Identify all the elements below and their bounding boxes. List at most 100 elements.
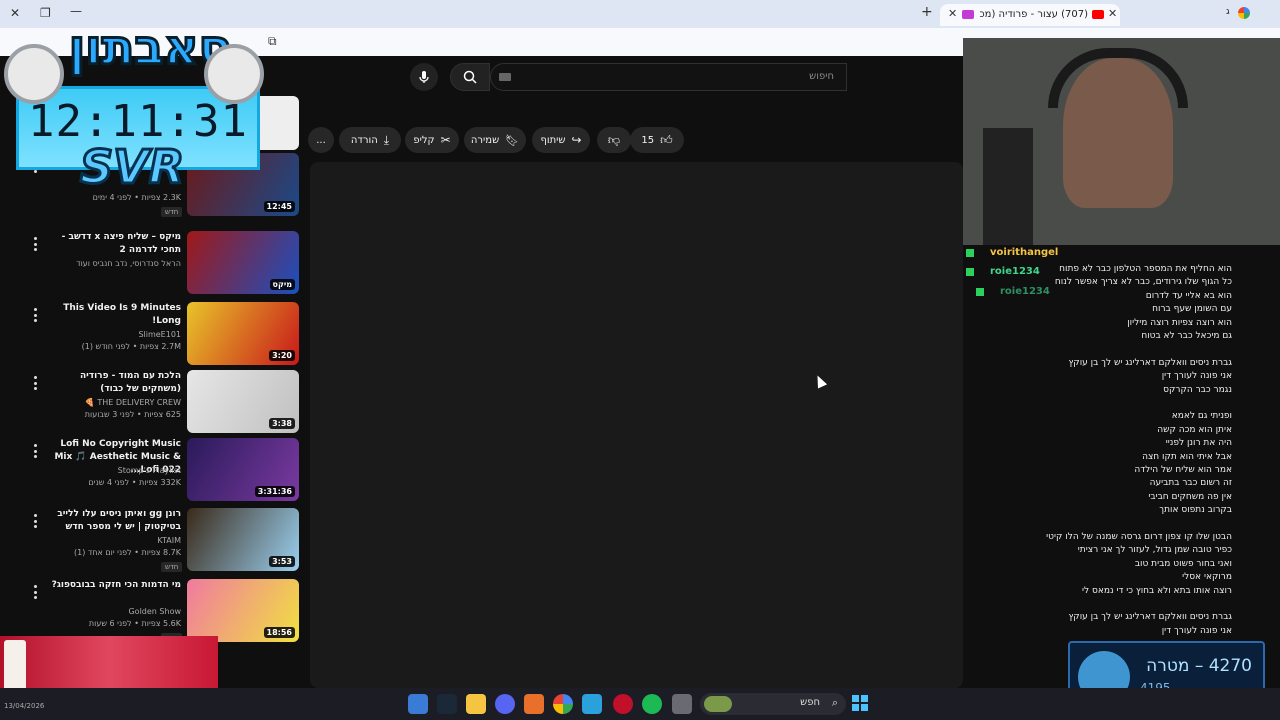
video-title[interactable]: This Video Is 9 Minutes Long! <box>40 302 181 328</box>
chat-username[interactable]: roie1234 <box>1000 286 1050 297</box>
video-duration: מיקס <box>269 279 295 290</box>
thumbs-down-icon: 👎︎ <box>607 132 621 147</box>
more-actions-button[interactable]: ... <box>308 127 334 153</box>
video-channel[interactable]: הראל סנדרוסי, נדב חנביס ועוד <box>40 259 181 268</box>
search-placeholder: חיפוש <box>809 71 834 82</box>
chat-message-line: זה רשום כבר בתביעה <box>1149 478 1232 489</box>
video-menu-icon[interactable] <box>31 376 39 390</box>
voice-search-button[interactable] <box>410 63 438 91</box>
download-icon: ⤓ <box>383 132 390 147</box>
taskbar-telegram-icon[interactable] <box>582 694 602 714</box>
video-thumbnail[interactable]: 3:31:36 <box>187 438 299 501</box>
chat-message-line: נגמר כבר הקרקס <box>1163 384 1232 395</box>
video-duration: 3:20 <box>269 350 295 361</box>
download-label: הורדה <box>350 134 378 146</box>
alarm-clock-right-icon <box>204 44 264 104</box>
related-video-item[interactable]: 18:56 מי הדמות הכי חזקה בבובספוג? Golden S… <box>0 579 300 643</box>
video-channel[interactable]: THE DELIVERY CREW 🍕 <box>40 398 181 407</box>
video-title[interactable]: רונן gg ואיתן ניסים עלו ללייב בטיקטוק | … <box>40 508 181 534</box>
video-thumbnail[interactable]: 3:53 <box>187 508 299 571</box>
chat-message-line: מרוקאי אסלי <box>1182 572 1232 583</box>
chat-username[interactable]: voirithangel <box>990 247 1058 258</box>
bookmark-icon: 🔖︎ <box>505 133 520 147</box>
video-title[interactable]: מיקס – שליח פיצה x דדשב - תחכי לדרמה 2 <box>40 231 181 257</box>
dislike-button[interactable]: 👎︎ <box>597 127 631 153</box>
chat-message-line: אני פונה לעורך דין <box>1161 625 1232 636</box>
keyboard-icon[interactable] <box>499 73 511 81</box>
video-thumbnail[interactable]: 3:38 <box>187 370 299 433</box>
related-video-item[interactable]: 3:20 This Video Is 9 Minutes Long! SlimeE1… <box>0 302 300 366</box>
video-player[interactable] <box>310 162 963 688</box>
related-video-item[interactable]: מיקס מיקס – שליח פיצה x דדשב - תחכי לדרמה… <box>0 231 300 295</box>
minimize-window-icon[interactable]: — <box>70 4 82 18</box>
chat-message-line: אבל איתי הוא תקו חצה <box>1142 451 1232 462</box>
scissors-icon: ✂ <box>440 133 451 147</box>
chat-username[interactable]: roie1234 <box>990 266 1040 277</box>
taskbar-steam-icon[interactable] <box>437 694 457 714</box>
video-menu-icon[interactable] <box>31 444 39 458</box>
clip-label: קליפ <box>413 134 435 146</box>
close-window-icon[interactable]: ✕ <box>10 6 20 20</box>
chat-message-line: כפיר טובה שמן גדול, לעזור לך אני רציתי <box>1077 545 1232 556</box>
video-channel[interactable]: Golden Show <box>40 607 181 616</box>
taskbar-chrome-icon[interactable] <box>553 694 573 714</box>
taskbar-search-input[interactable]: חפש ⌕ <box>700 693 846 715</box>
video-title[interactable]: מי הדמות הכי חזקה בבובספוג? <box>40 579 181 592</box>
taskbar-photos-icon[interactable] <box>408 694 428 714</box>
video-menu-icon[interactable] <box>31 514 39 528</box>
taskbar-window-icon[interactable] <box>672 694 692 714</box>
taskbar-explorer-icon[interactable] <box>466 694 486 714</box>
video-thumbnail[interactable]: 18:56 <box>187 579 299 642</box>
chat-badge-icon <box>976 288 984 296</box>
download-button[interactable]: הורדה ⤓ <box>339 127 401 153</box>
new-badge: חדש <box>161 207 183 217</box>
related-video-item[interactable]: 3:38 הלכת עם המוד - פרודיה (משחקים של כבו… <box>0 370 300 434</box>
webcam-feed <box>963 38 1280 245</box>
taskbar-spotify-icon[interactable] <box>642 694 662 714</box>
save-button[interactable]: שמירה 🔖︎ <box>464 127 526 153</box>
other-tab-label[interactable]: ג <box>1226 7 1230 17</box>
chat-message-line: אני פונה לעורך דין <box>1161 371 1232 382</box>
like-count: 15 <box>641 134 655 146</box>
video-title[interactable]: הלכת עם המוד - פרודיה (משחקים של כבוד) <box>40 370 181 396</box>
video-channel[interactable]: SlimeE101 <box>40 330 181 339</box>
tab-youtube[interactable]: ✕ (707) עצור - פרודיה (מכתוב: ✕ <box>940 4 1120 26</box>
thumbs-up-icon: 👍︎ <box>660 132 673 147</box>
video-meta: 2.7M צפיות • לפני חודש (1) <box>81 342 181 351</box>
restore-window-icon[interactable]: ❐ <box>40 6 51 20</box>
search-button[interactable] <box>450 63 490 91</box>
more-icon: ... <box>316 134 326 146</box>
share-button[interactable]: שיתוף ↪ <box>532 127 590 153</box>
video-channel[interactable]: Stomp's Playlist <box>40 466 181 475</box>
related-video-item[interactable]: 3:31:36 Lofi No Copyright Music Mix 🎵 Aes… <box>0 438 300 502</box>
search-input[interactable]: חיפוש <box>490 63 847 91</box>
video-thumbnail[interactable]: 3:20 <box>187 302 299 365</box>
tab-close-icon[interactable]: ✕ <box>1108 7 1117 20</box>
profile-avatar-icon[interactable] <box>1238 7 1250 19</box>
tab-close-icon[interactable]: ✕ <box>948 7 957 20</box>
chat-message-line: הוא בא אליי עד לדרום <box>1145 290 1232 301</box>
video-thumbnail[interactable]: מיקס <box>187 231 299 294</box>
video-menu-icon[interactable] <box>31 237 39 251</box>
windows-start-icon[interactable] <box>852 695 868 711</box>
screenshot-icon[interactable]: ⧉ <box>268 34 277 49</box>
clip-button[interactable]: קליפ ✂ <box>405 127 459 153</box>
microphone-icon <box>419 71 429 83</box>
like-button[interactable]: 15 👍︎ <box>630 127 684 153</box>
taskbar-record-icon[interactable] <box>613 694 633 714</box>
chat-message-line: ופניתי גם לאמא <box>1171 411 1232 422</box>
chat-badge-icon <box>966 249 974 257</box>
new-tab-button[interactable]: + <box>921 4 933 20</box>
video-duration: 3:38 <box>269 418 295 429</box>
headphones-icon <box>1048 48 1188 108</box>
taskbar-discord-icon[interactable] <box>495 694 515 714</box>
chat-message-line: אין פה משחקים חביבי <box>1148 491 1232 502</box>
related-video-item[interactable]: 3:53 רונן gg ואיתן ניסים עלו ללייב בטיקטו… <box>0 508 300 572</box>
video-menu-icon[interactable] <box>31 308 39 322</box>
alarm-clock-left-icon <box>4 44 64 104</box>
video-duration: 18:56 <box>263 627 295 638</box>
video-menu-icon[interactable] <box>31 585 39 599</box>
taskbar-app-icon[interactable] <box>524 694 544 714</box>
video-channel[interactable]: KTAIM <box>40 536 181 545</box>
tab-title: (707) עצור - פרודיה (מכתוב: <box>980 9 1088 20</box>
